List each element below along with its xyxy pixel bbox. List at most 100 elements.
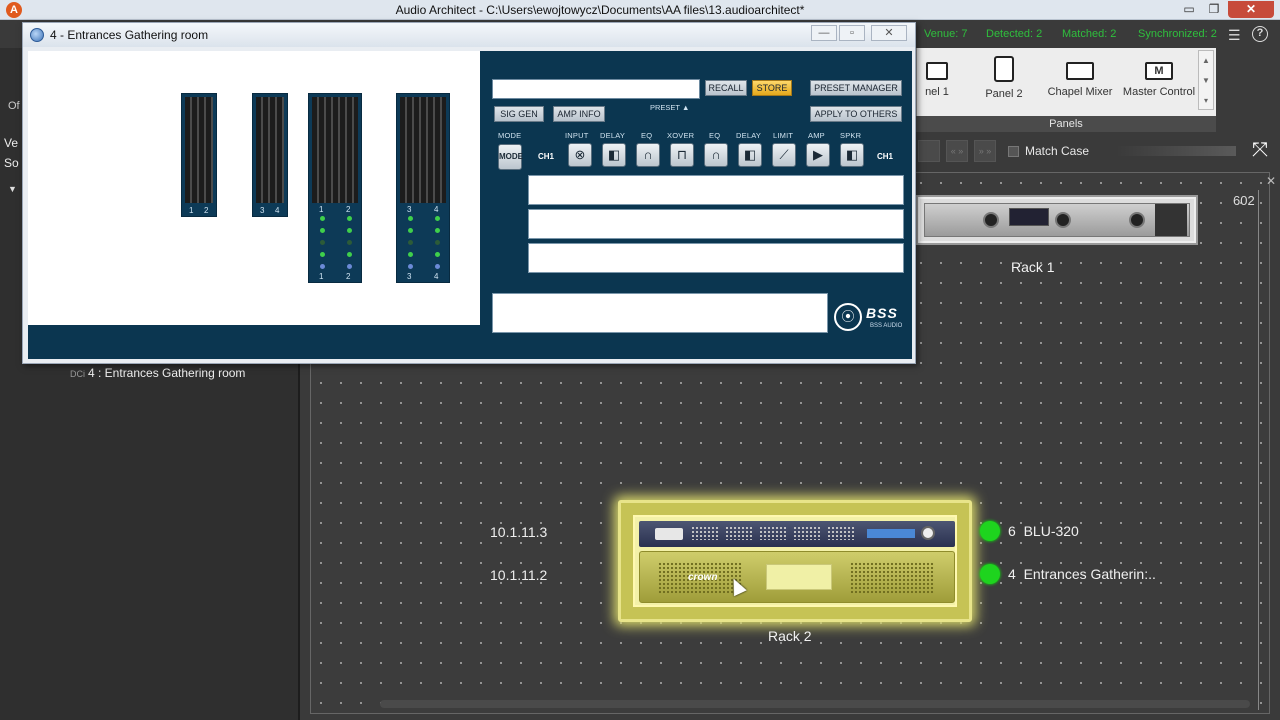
window-app-icon [30, 28, 44, 42]
search-slider[interactable] [1116, 146, 1236, 156]
led-indicator [320, 240, 325, 245]
scroll-more-icon[interactable]: ▾ [1199, 91, 1213, 111]
device-name: BLU-320 [1023, 523, 1079, 539]
ribbon-scrollbar[interactable]: ▲ ▼ ▾ [1198, 50, 1214, 110]
led-indicator [320, 228, 325, 233]
match-case-checkbox[interactable] [1008, 146, 1019, 157]
knob-icon [1055, 212, 1071, 228]
tree-item-device[interactable]: DCi 4 : Entrances Gathering room [70, 366, 245, 380]
previous-icon[interactable]: « » [946, 140, 968, 162]
bss-brand-subtext: BSS AUDIO [870, 323, 903, 329]
panel-icon: M [1145, 62, 1173, 80]
device-display [867, 529, 915, 538]
scroll-down-icon[interactable]: ▼ [1199, 71, 1213, 91]
device-display [1009, 208, 1049, 226]
crossover-icon[interactable]: ⊓ [670, 143, 694, 167]
channel-strip-field[interactable] [528, 175, 904, 205]
sig-gen-button[interactable]: SIG GEN [494, 106, 544, 122]
panels-group-label: Panels [916, 116, 1216, 132]
amp-triangle-icon[interactable]: ▶ [806, 143, 830, 167]
meter-channel-label: 1 [319, 272, 324, 281]
amp-info-button[interactable]: AMP INFO [553, 106, 605, 122]
menu-icon[interactable]: ☰ [1228, 27, 1241, 44]
bss-brand-text: BSS [866, 305, 898, 321]
device-status-blu-320[interactable]: 6 BLU-320 [980, 521, 1079, 543]
close-icon[interactable]: ✕ [1266, 174, 1276, 188]
limiter-icon[interactable]: ⟋ [772, 143, 796, 167]
delay-speaker-icon[interactable]: ◧ [602, 143, 626, 167]
ribbon-item-chapel-mixer[interactable]: Chapel Mixer [1045, 62, 1115, 98]
speaker-icon[interactable]: ◧ [840, 143, 864, 167]
chain-label-input: INPUT [565, 131, 589, 140]
input-meter-1-2: 1 2 [181, 93, 217, 217]
device-status-entrances[interactable]: 4 Entrances Gatherin:.. [980, 564, 1156, 586]
store-button[interactable]: STORE [752, 80, 792, 96]
ribbon-item-panel-1[interactable]: nel 1 [917, 62, 957, 98]
preset-manager-button[interactable]: PRESET MANAGER [810, 80, 902, 96]
meter-channel-label: 2 [346, 205, 351, 214]
rack-1[interactable] [918, 197, 1196, 243]
amplifier-device[interactable]: crown [639, 551, 955, 603]
meter-channel-label: 2 [346, 272, 351, 281]
next-icon[interactable]: » » [974, 140, 996, 162]
rack-device[interactable] [924, 203, 1190, 237]
input-connector-icon[interactable]: ⊗ [568, 143, 592, 167]
fullscreen-icon[interactable]: ⤧ [1248, 139, 1272, 163]
meter-channel-label: 4 [275, 206, 280, 215]
device-grille [691, 526, 719, 540]
expand-arrow-icon[interactable]: ▼ [8, 184, 17, 194]
device-number: 6 [1008, 523, 1016, 539]
minimize-button[interactable]: ▭ [1178, 1, 1200, 18]
delay-speaker-icon[interactable]: ◧ [738, 143, 762, 167]
ip-address-label: 10.1.11.3 [490, 524, 548, 540]
horizontal-scrollbar[interactable] [380, 700, 1250, 708]
status-matched: Matched: 2 [1062, 28, 1117, 40]
panel-icon [926, 62, 948, 80]
scroll-up-icon[interactable]: ▲ [1199, 51, 1213, 71]
device-window-close[interactable]: ✕ [871, 25, 907, 41]
mode-button[interactable]: MODE [498, 144, 523, 170]
ribbon-item-label: Panel 2 [985, 88, 1023, 100]
input-meter-3-4: 3 4 [252, 93, 288, 217]
device-grille [793, 526, 821, 540]
help-icon[interactable]: ? [1252, 26, 1268, 42]
ribbon-item-panel-2[interactable]: Panel 2 [979, 56, 1029, 100]
led-indicator [408, 240, 413, 245]
crown-logo: crown [688, 572, 718, 583]
apply-to-others-button[interactable]: APPLY TO OTHERS [810, 106, 902, 122]
chain-label-spkr: SPKR [840, 131, 862, 140]
output-meter-3-4: 3 4 3 4 [396, 93, 450, 283]
tree-item-label: 4 : Entrances Gathering room [88, 366, 246, 380]
preset-name-field[interactable] [492, 79, 700, 99]
toolbar-button[interactable] [918, 140, 940, 162]
eq-curve-icon[interactable]: ∩ [636, 143, 660, 167]
meter-bars [256, 97, 284, 203]
ribbon-item-master-control[interactable]: M Master Control [1121, 62, 1197, 98]
device-grille [759, 526, 787, 540]
blu-320-device[interactable] [639, 521, 955, 547]
device-window-title: 4 - Entrances Gathering room [50, 28, 209, 42]
meter-area: 1 2 3 4 1 2 1 2 3 4 3 4 [28, 51, 480, 325]
panels-ribbon: nel 1 Panel 2 Chapel Mixer M Master Cont… [916, 48, 1216, 116]
info-field[interactable] [492, 293, 828, 333]
close-button[interactable]: ✕ [1228, 1, 1274, 18]
channel-strip-field[interactable] [528, 243, 904, 273]
device-window-titlebar[interactable]: 4 - Entrances Gathering room — ▫ ✕ [23, 23, 915, 47]
knob-icon [921, 526, 935, 540]
recall-button[interactable]: RECALL [705, 80, 747, 96]
device-window-maximize[interactable]: ▫ [839, 25, 865, 41]
chain-label-mode: MODE [498, 131, 522, 140]
match-case-label: Match Case [1025, 144, 1090, 158]
channel-strip-field[interactable] [528, 209, 904, 239]
sidebar-label-fragment: Of [8, 100, 20, 112]
led-indicator [435, 240, 440, 245]
led-indicator [347, 240, 352, 245]
device-window-minimize[interactable]: — [811, 25, 837, 41]
rack-2[interactable]: crown [618, 500, 972, 622]
status-venue: Venue: 7 [924, 28, 968, 40]
panel-icon [1066, 62, 1094, 80]
led-indicator [320, 264, 325, 269]
meter-channel-label: 1 [189, 206, 194, 215]
maximize-button[interactable]: ❐ [1203, 1, 1225, 18]
eq-curve-icon[interactable]: ∩ [704, 143, 728, 167]
